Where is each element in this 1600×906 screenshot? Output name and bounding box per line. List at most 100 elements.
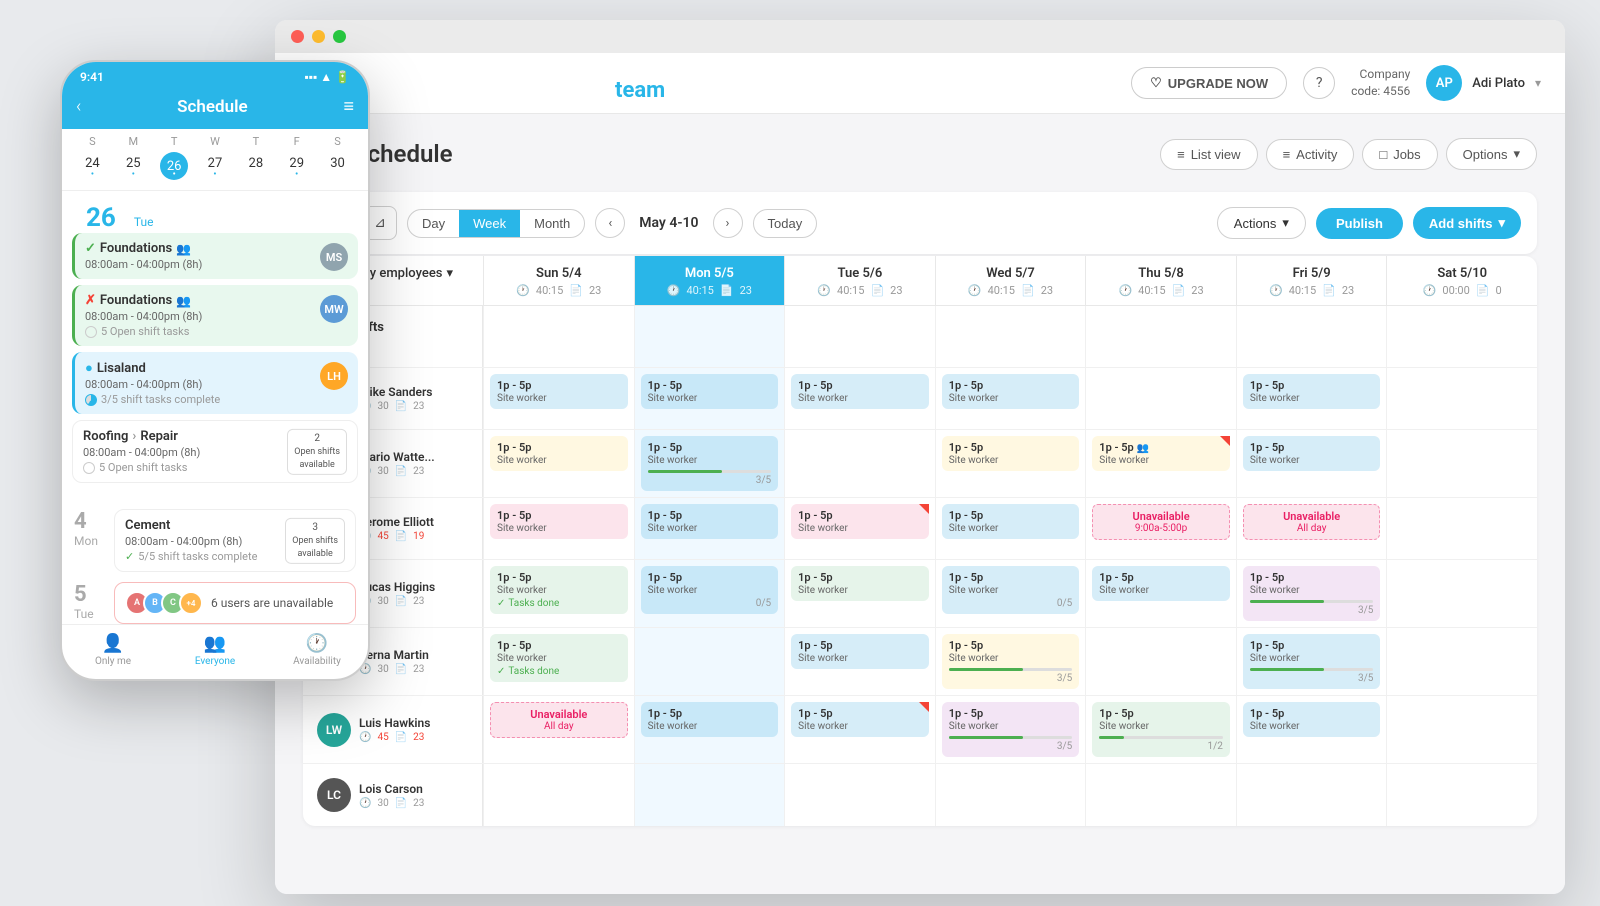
phone-nav-availability[interactable]: 🕐 Availability	[266, 633, 368, 667]
phone-nav-everyone[interactable]: 👥 Everyone	[164, 633, 266, 667]
shift-card[interactable]: 1p - 5pSite worker	[791, 374, 929, 409]
question-mark-icon: ?	[1316, 75, 1323, 91]
shift-card[interactable]: 1p - 5pSite worker	[1092, 566, 1230, 601]
cell-verna-sat	[1386, 628, 1537, 695]
shift-card[interactable]: 1p - 5pSite worker	[942, 436, 1080, 471]
phone-bottom-nav: 👤 Only me 👥 Everyone 🕐 Availability	[62, 624, 368, 679]
add-shifts-chevron-icon: ▾	[1498, 215, 1505, 231]
shift-card[interactable]: 1p - 5pSite worker	[791, 634, 929, 669]
phone-shift-foundations-1[interactable]: ✓ Foundations 👥 08:00am - 04:00pm (8h) M…	[72, 233, 358, 279]
phone-shift-roofing[interactable]: Roofing › Repair 08:00am - 04:00pm (8h) …	[72, 420, 358, 483]
user-initials: AP	[1436, 76, 1453, 91]
phone-cal-day-26-today[interactable]: 26	[160, 152, 188, 180]
month-view-button[interactable]: Month	[520, 210, 584, 237]
shift-card[interactable]: 1p - 5pSite worker	[490, 504, 628, 539]
clock-icon: 🕐	[306, 633, 328, 654]
phone-shift-lisaland[interactable]: ● Lisaland 08:00am - 04:00pm (8h) 3/5 sh…	[72, 352, 358, 414]
cell-jerome-thu: Unavailable 9:00a-5:00p	[1085, 498, 1236, 559]
chevron-icon: ▾	[1513, 146, 1520, 162]
shift-card[interactable]: 1p - 5pSite worker 3/5	[942, 634, 1080, 689]
close-button[interactable]	[291, 30, 304, 43]
shift-card[interactable]: 1p - 5pSite worker 0/5	[942, 566, 1080, 614]
flag-icon	[1220, 436, 1230, 446]
shift-card[interactable]: 1p - 5p 👥Site worker	[1092, 436, 1230, 471]
add-shifts-label: Add shifts	[1429, 216, 1493, 231]
shift-card[interactable]: 1p - 5pSite worker ✓ Tasks done	[490, 566, 628, 614]
shift-card[interactable]: 1p - 5pSite worker 3/5	[641, 436, 779, 491]
cell-lucas-sat	[1386, 560, 1537, 627]
cell-luis-fri: 1p - 5pSite worker	[1236, 696, 1387, 763]
shift-card[interactable]: 1p - 5pSite worker 1/2	[1092, 702, 1230, 757]
unavailable-card[interactable]: Unavailable 9:00a-5:00p	[1092, 504, 1230, 540]
shift-card[interactable]: 1p - 5pSite worker 3/5	[942, 702, 1080, 757]
publish-button[interactable]: Publish	[1316, 208, 1403, 239]
shift-card[interactable]: 1p - 5pSite worker	[1243, 702, 1381, 737]
cell-verna-fri: 1p - 5pSite worker 3/5	[1236, 628, 1387, 695]
phone-cal-day-27[interactable]: 27	[195, 152, 236, 180]
phone-header: ‹ Schedule ≡	[62, 88, 368, 129]
phone-menu-button[interactable]: ≡	[343, 96, 354, 117]
cell-mike-sun: 1p - 5pSite worker	[483, 368, 634, 429]
clock-icon: 🕐	[516, 284, 530, 297]
unavailable-card[interactable]: Unavailable All day	[490, 702, 628, 738]
cell-lois-wed	[935, 764, 1086, 826]
prev-week-button[interactable]: ‹	[595, 208, 625, 238]
grid-header-tue: Tue 5/6 🕐40:15 📄23	[784, 256, 935, 305]
actions-label: Actions	[1234, 216, 1277, 231]
shift-card[interactable]: 1p - 5pSite worker ✓ Tasks done	[490, 634, 628, 682]
shift-card[interactable]: 1p - 5pSite worker	[641, 504, 779, 539]
today-button[interactable]: Today	[753, 209, 818, 238]
add-shifts-button[interactable]: Add shifts ▾	[1413, 207, 1521, 239]
phone-cal-day-28[interactable]: 28	[235, 152, 276, 180]
shift-card[interactable]: 1p - 5pSite worker 0/5	[641, 566, 779, 614]
phone-cal-day-25[interactable]: 25	[113, 152, 154, 180]
unavail-avatars: A B C +4	[125, 591, 203, 615]
phone-nav-only-me[interactable]: 👤 Only me	[62, 633, 164, 667]
shift-card[interactable]: 1p - 5pSite worker	[490, 374, 628, 409]
shift-card[interactable]: 1p - 5pSite worker	[791, 702, 929, 737]
jobs-button[interactable]: □ Jobs	[1362, 139, 1437, 170]
phone-cal-day-30[interactable]: 30	[317, 152, 358, 180]
phone-time: 9:41	[80, 70, 104, 84]
shift-card[interactable]: 1p - 5pSite worker	[641, 374, 779, 409]
maximize-button[interactable]	[333, 30, 346, 43]
phone-cal-day-29[interactable]: 29	[276, 152, 317, 180]
upgrade-button[interactable]: ♡ UPGRADE NOW	[1131, 67, 1287, 99]
day-view-button[interactable]: Day	[408, 210, 459, 237]
employee-row-luis-hawkins: LW Luis Hawkins 🕐 45 📄 23 Unavailable Al…	[303, 696, 1537, 764]
shift-card[interactable]: 1p - 5pSite worker 3/5	[1243, 566, 1381, 621]
week-view-button[interactable]: Week	[459, 210, 520, 237]
shift-card[interactable]: 1p - 5pSite worker	[1243, 436, 1381, 471]
phone-header-title: Schedule	[177, 97, 248, 117]
minimize-button[interactable]	[312, 30, 325, 43]
cell-mike-thu	[1085, 368, 1236, 429]
activity-button[interactable]: ≡ Activity	[1266, 139, 1355, 170]
help-button[interactable]: ?	[1303, 67, 1335, 99]
employee-row-jerome-elliott: JE Jerome Elliott 🕐 45 📄 19 1p - 5pSite …	[303, 498, 1537, 560]
phone-cal-day-24[interactable]: 24	[72, 152, 113, 180]
unavailable-card[interactable]: Unavailable All day	[1243, 504, 1381, 540]
shift-card[interactable]: 1p - 5pSite worker	[791, 504, 929, 539]
phone-shift-cement[interactable]: Cement 08:00am - 04:00pm (8h) ✓ 5/5 shif…	[114, 509, 356, 572]
shift-card[interactable]: 1p - 5pSite worker	[490, 436, 628, 471]
shift-card[interactable]: 1p - 5pSite worker 3/5	[1243, 634, 1381, 689]
actions-button[interactable]: Actions ▾	[1217, 207, 1306, 239]
heart-icon: ♡	[1150, 75, 1162, 91]
cell-jerome-sat	[1386, 498, 1537, 559]
shift-card[interactable]: 1p - 5pSite worker	[942, 374, 1080, 409]
cell-lois-mon	[634, 764, 785, 826]
shift-card[interactable]: 1p - 5pSite worker	[641, 702, 779, 737]
shift-card[interactable]: 1p - 5pSite worker	[942, 504, 1080, 539]
options-button[interactable]: Options ▾	[1446, 138, 1537, 170]
grid-header-fri: Fri 5/9 🕐40:15 📄23	[1236, 256, 1387, 305]
phone-unavail-box[interactable]: A B C +4 6 users are unavailable	[114, 582, 356, 624]
phone-shift-foundations-2[interactable]: ✗ Foundations 👥 08:00am - 04:00pm (8h) 5…	[72, 285, 358, 346]
shift-card[interactable]: 1p - 5pSite worker	[791, 566, 929, 601]
list-view-button[interactable]: ≡ List view	[1160, 139, 1257, 170]
logo-text: team	[615, 78, 665, 103]
cell-mario-thu: 1p - 5p 👥Site worker	[1085, 430, 1236, 497]
shift-card[interactable]: 1p - 5pSite worker	[1243, 374, 1381, 409]
phone-back-button[interactable]: ‹	[76, 96, 81, 117]
next-week-button[interactable]: ›	[713, 208, 743, 238]
cell-lucas-tue: 1p - 5pSite worker	[784, 560, 935, 627]
